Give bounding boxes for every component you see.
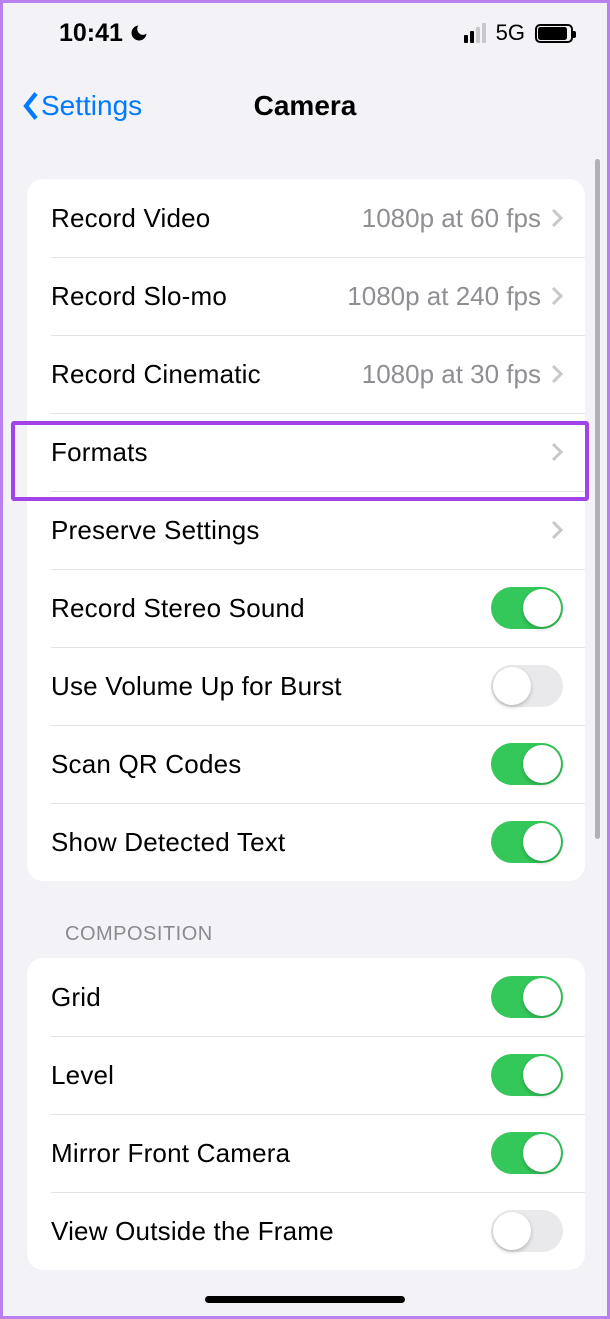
row-view-outside-the-frame: View Outside the Frame <box>27 1192 585 1270</box>
status-bar: 10:41 5G <box>3 3 607 63</box>
chevron-left-icon <box>21 91 41 121</box>
row-show-detected-text: Show Detected Text <box>27 803 585 881</box>
row-label: Record Slo-mo <box>51 281 347 312</box>
cellular-signal-icon <box>464 23 486 43</box>
chevron-right-icon <box>551 442 563 462</box>
back-button[interactable]: Settings <box>21 90 142 122</box>
row-value: 1080p at 30 fps <box>362 359 541 390</box>
row-value: 1080p at 240 fps <box>347 281 541 312</box>
row-value: 1080p at 60 fps <box>362 203 541 234</box>
row-label: Preserve Settings <box>51 515 551 546</box>
row-level: Level <box>27 1036 585 1114</box>
toggle-view-outside-the-frame[interactable] <box>491 1210 563 1252</box>
row-label: Level <box>51 1060 491 1091</box>
back-label: Settings <box>41 90 142 122</box>
status-time: 10:41 <box>59 19 123 48</box>
row-label: View Outside the Frame <box>51 1216 491 1247</box>
row-label: Grid <box>51 982 491 1013</box>
row-label: Record Stereo Sound <box>51 593 491 624</box>
toggle-scan-qr-codes[interactable] <box>491 743 563 785</box>
settings-group-main: Record Video 1080p at 60 fps Record Slo-… <box>27 179 585 881</box>
row-record-video[interactable]: Record Video 1080p at 60 fps <box>27 179 585 257</box>
row-label: Record Video <box>51 203 362 234</box>
toggle-level[interactable] <box>491 1054 563 1096</box>
row-record-cinematic[interactable]: Record Cinematic 1080p at 30 fps <box>27 335 585 413</box>
toggle-mirror-front-camera[interactable] <box>491 1132 563 1174</box>
row-grid: Grid <box>27 958 585 1036</box>
chevron-right-icon <box>551 520 563 540</box>
settings-group-composition: Grid Level Mirror Front Camera View Outs… <box>27 958 585 1270</box>
row-preserve-settings[interactable]: Preserve Settings <box>27 491 585 569</box>
chevron-right-icon <box>551 364 563 384</box>
toggle-record-stereo-sound[interactable] <box>491 587 563 629</box>
row-label: Use Volume Up for Burst <box>51 671 491 702</box>
row-label: Formats <box>51 437 551 468</box>
row-formats[interactable]: Formats <box>27 413 585 491</box>
row-label: Record Cinematic <box>51 359 362 390</box>
scroll-indicator[interactable] <box>595 159 600 839</box>
chevron-right-icon <box>551 286 563 306</box>
navigation-bar: Settings Camera <box>3 63 607 149</box>
section-header-composition: COMPOSITION <box>27 881 585 958</box>
row-use-volume-up-for-burst: Use Volume Up for Burst <box>27 647 585 725</box>
toggle-show-detected-text[interactable] <box>491 821 563 863</box>
row-scan-qr-codes: Scan QR Codes <box>27 725 585 803</box>
row-mirror-front-camera: Mirror Front Camera <box>27 1114 585 1192</box>
row-label: Scan QR Codes <box>51 749 491 780</box>
do-not-disturb-moon-icon <box>129 23 149 43</box>
toggle-grid[interactable] <box>491 976 563 1018</box>
home-indicator[interactable] <box>205 1296 405 1303</box>
chevron-right-icon <box>551 208 563 228</box>
row-label: Show Detected Text <box>51 827 491 858</box>
toggle-use-volume-up-for-burst[interactable] <box>491 665 563 707</box>
battery-icon <box>535 24 573 43</box>
row-record-slo-mo[interactable]: Record Slo-mo 1080p at 240 fps <box>27 257 585 335</box>
row-label: Mirror Front Camera <box>51 1138 491 1169</box>
row-record-stereo-sound: Record Stereo Sound <box>27 569 585 647</box>
network-type: 5G <box>496 20 525 46</box>
